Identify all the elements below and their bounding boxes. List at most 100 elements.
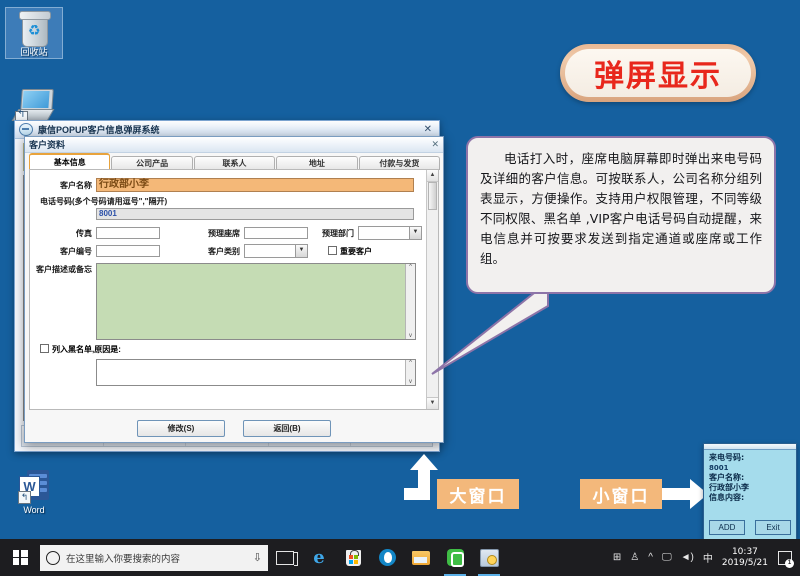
store-icon bbox=[346, 550, 361, 566]
search-circle-icon bbox=[46, 551, 60, 565]
volume-icon[interactable]: ◄) bbox=[681, 552, 694, 563]
clock-date: 2019/5/21 bbox=[722, 558, 768, 569]
chevron-up-icon[interactable]: ^ bbox=[648, 552, 653, 563]
dialog-title: 客户资料 bbox=[29, 138, 65, 151]
checkbox-icon[interactable] bbox=[328, 246, 337, 255]
task-view-icon bbox=[276, 551, 294, 565]
vip-customer-checkbox[interactable]: 重要客户 bbox=[328, 246, 372, 257]
ime-indicator[interactable]: 中 bbox=[703, 550, 713, 565]
edge-icon: e bbox=[313, 547, 324, 568]
desktop-icon-label: 回收站 bbox=[19, 47, 48, 58]
taskbar-qq[interactable] bbox=[370, 539, 404, 576]
caller-number-label: 来电号码: bbox=[709, 453, 791, 463]
add-button[interactable]: ADD bbox=[709, 520, 745, 535]
agent-seat-label: 预理座席 bbox=[178, 228, 240, 239]
grid-icon[interactable]: ⊞ bbox=[613, 552, 621, 563]
customer-name-input[interactable]: 行政部小李 bbox=[96, 178, 414, 192]
taskbar-edge[interactable]: e bbox=[302, 539, 336, 576]
scrollbar-thumb[interactable] bbox=[428, 182, 437, 210]
modify-button[interactable]: 修改(S) bbox=[137, 420, 225, 437]
notification-center-button[interactable]: 1 bbox=[777, 550, 792, 565]
tab-company-products[interactable]: 公司产品 bbox=[111, 156, 192, 170]
taskbar[interactable]: 在这里输入你要搜索的内容 ⇩ e ⊞ ♙ ^ 🖵 ◄) 中 10:37 2019… bbox=[0, 539, 800, 576]
task-view-button[interactable] bbox=[268, 539, 302, 576]
customer-name-label: 客户名称 bbox=[34, 180, 92, 191]
banner-title: 弹屏显示 bbox=[560, 44, 756, 102]
customer-detail-dialog[interactable]: 客户资料 ✕ 基本信息 公司产品 联系人 地址 付款与发货 客户名称 行政部小李… bbox=[24, 136, 444, 443]
callout-text: 电话打入时，座席电脑屏幕即时弹出来电号码及详细的客户信息。可按联系人，公司名称分… bbox=[480, 149, 762, 269]
taskbar-popup-app[interactable] bbox=[472, 539, 506, 576]
desktop-screen: ♻ 回收站 W ↰ Word 康信POPUP客户信息弹屏系统 ✕ 8001 序 … bbox=[0, 0, 800, 576]
customer-type-select[interactable]: ▼ bbox=[244, 244, 308, 258]
chevron-down-icon[interactable]: ▼ bbox=[295, 245, 307, 257]
clock-time: 10:37 bbox=[722, 547, 768, 558]
word-icon: W ↰ bbox=[17, 468, 51, 504]
taskbar-explorer[interactable] bbox=[404, 539, 438, 576]
banner-title-text: 弹屏显示 bbox=[594, 51, 722, 95]
windows-logo-icon bbox=[13, 550, 28, 565]
blacklist-checkbox[interactable]: 列入黑名单,原因是: bbox=[40, 344, 121, 355]
desktop-icon-label: Word bbox=[22, 505, 45, 516]
dialog-title-bar: 客户资料 ✕ bbox=[25, 137, 443, 153]
dialog-close-button[interactable]: ✕ bbox=[431, 139, 439, 150]
phone-number-label: 电话号码(多个号码请用逗号","隔开) bbox=[40, 196, 167, 207]
agent-dept-select[interactable]: ▼ bbox=[358, 226, 422, 240]
fax-label: 传真 bbox=[34, 228, 92, 239]
clock[interactable]: 10:37 2019/5/21 bbox=[722, 547, 768, 569]
app-logo-icon bbox=[19, 123, 33, 136]
blacklist-label: 列入黑名单,原因是: bbox=[52, 345, 121, 354]
checkbox-icon[interactable] bbox=[40, 344, 49, 353]
dialog-form-area: 客户名称 行政部小李 电话号码(多个号码请用逗号","隔开) 8001 传真 预… bbox=[29, 169, 439, 410]
tab-address[interactable]: 地址 bbox=[276, 156, 357, 170]
customer-no-label: 客户编号 bbox=[34, 246, 92, 257]
mini-content: 来电号码: 8001 客户名称: 行政部小李 信息内容: bbox=[704, 450, 796, 506]
tab-payment-shipping[interactable]: 付款与发货 bbox=[359, 156, 440, 170]
scroll-down-icon[interactable]: ▼ bbox=[427, 397, 438, 409]
chevron-down-icon[interactable]: ▼ bbox=[409, 227, 421, 239]
app-icon bbox=[480, 549, 499, 567]
search-input[interactable]: 在这里输入你要搜索的内容 ⇩ bbox=[40, 545, 268, 571]
people-icon[interactable]: ♙ bbox=[630, 552, 639, 563]
desktop-icon-popup-app[interactable] bbox=[6, 85, 62, 122]
system-tray[interactable]: ⊞ ♙ ^ 🖵 ◄) 中 10:37 2019/5/21 1 bbox=[613, 547, 800, 569]
memo-label: 客户描述或备忘 bbox=[34, 263, 92, 275]
tab-basic-info[interactable]: 基本信息 bbox=[29, 153, 110, 170]
blacklist-reason-input[interactable]: ^v bbox=[96, 359, 416, 386]
computer-icon bbox=[15, 89, 53, 121]
scroll-up-icon[interactable]: ▲ bbox=[427, 170, 438, 182]
exit-button[interactable]: Exit bbox=[755, 520, 791, 535]
dialog-buttons: 修改(S) 返回(B) bbox=[25, 420, 443, 437]
agent-seat-input[interactable] bbox=[244, 227, 308, 239]
taskbar-wechat[interactable] bbox=[438, 539, 472, 576]
callout-tail bbox=[430, 282, 550, 378]
mini-buttons: ADD Exit bbox=[704, 520, 796, 535]
notification-count: 1 bbox=[785, 559, 794, 568]
phone-number-input[interactable]: 8001 bbox=[96, 208, 414, 220]
small-window-label: 小窗口 bbox=[580, 479, 662, 509]
customer-name-label: 客户名称: bbox=[709, 473, 791, 483]
vip-customer-label: 重要客户 bbox=[340, 247, 372, 256]
dialog-tabs[interactable]: 基本信息 公司产品 联系人 地址 付款与发货 bbox=[29, 155, 441, 170]
message-content-label: 信息内容: bbox=[709, 493, 791, 503]
customer-name-value: 行政部小李 bbox=[709, 483, 791, 493]
reason-scrollbar[interactable]: ^v bbox=[405, 360, 415, 385]
app-title: 康信POPUP客户信息弹屏系统 bbox=[38, 123, 160, 136]
customer-no-input[interactable] bbox=[96, 245, 160, 257]
desktop-icon-recycle-bin[interactable]: ♻ 回收站 bbox=[6, 8, 62, 58]
feature-callout: 电话打入时，座席电脑屏幕即时弹出来电号码及详细的客户信息。可按联系人，公司名称分… bbox=[466, 136, 776, 294]
memo-textarea[interactable]: ^v bbox=[96, 263, 416, 340]
taskbar-store[interactable] bbox=[336, 539, 370, 576]
fax-input[interactable] bbox=[96, 227, 160, 239]
start-button[interactable] bbox=[0, 539, 40, 576]
qq-icon bbox=[379, 549, 396, 566]
memo-scrollbar[interactable]: ^v bbox=[405, 264, 415, 339]
mic-icon[interactable]: ⇩ bbox=[253, 551, 262, 564]
mini-popup-window[interactable]: 来电号码: 8001 客户名称: 行政部小李 信息内容: ADD Exit bbox=[703, 443, 797, 540]
back-button[interactable]: 返回(B) bbox=[243, 420, 331, 437]
app-close-button[interactable]: ✕ bbox=[421, 124, 435, 135]
tab-contacts[interactable]: 联系人 bbox=[194, 156, 275, 170]
big-window-label: 大窗口 bbox=[437, 479, 519, 509]
desktop-icon-word[interactable]: W ↰ Word bbox=[6, 466, 62, 516]
agent-dept-label: 预理部门 bbox=[322, 228, 354, 239]
network-icon[interactable]: 🖵 bbox=[662, 552, 672, 563]
